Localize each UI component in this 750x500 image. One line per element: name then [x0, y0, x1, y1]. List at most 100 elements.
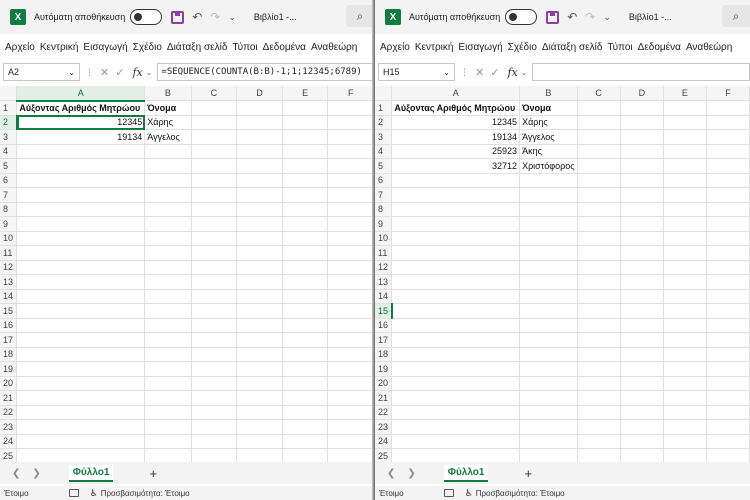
cell[interactable] [144, 434, 192, 449]
row-header[interactable]: 25 [0, 448, 18, 464]
cell[interactable] [663, 274, 707, 290]
cell[interactable] [16, 231, 146, 246]
cell[interactable] [706, 376, 750, 391]
sheet-next-icon[interactable]: ❯ [32, 468, 40, 479]
cell[interactable] [706, 115, 750, 130]
cell[interactable] [327, 231, 374, 246]
cell[interactable] [327, 158, 374, 174]
cell[interactable] [191, 187, 238, 203]
column-header[interactable]: B [519, 86, 578, 101]
cell[interactable] [327, 448, 374, 464]
cell[interactable] [282, 245, 329, 261]
column-header[interactable]: D [236, 86, 283, 101]
cell[interactable] [519, 318, 578, 333]
row-header[interactable]: 10 [0, 231, 18, 246]
cell[interactable] [706, 173, 750, 188]
enter-icon[interactable]: ✓ [490, 66, 505, 79]
accessibility-status[interactable]: Προσβασιμότητα: Έτοιμο [476, 489, 565, 498]
cell[interactable] [144, 202, 192, 217]
cell[interactable] [191, 376, 238, 391]
cell[interactable] [663, 390, 707, 406]
column-header[interactable]: A [391, 86, 521, 101]
cell[interactable] [706, 318, 750, 333]
cell[interactable] [577, 448, 621, 464]
cell[interactable] [327, 260, 374, 275]
cell[interactable] [519, 245, 578, 261]
cell[interactable] [327, 202, 374, 217]
cell[interactable] [191, 173, 238, 188]
cell[interactable] [391, 419, 521, 435]
cell[interactable] [16, 376, 146, 391]
cell[interactable] [16, 361, 146, 377]
cell[interactable] [236, 187, 283, 203]
fx-chevron-icon[interactable]: ⌄ [146, 68, 153, 77]
cell[interactable] [620, 144, 664, 159]
fx-chevron-icon[interactable]: ⌄ [521, 68, 528, 77]
accessibility-icon[interactable]: ♿ [90, 488, 98, 499]
name-box[interactable]: A2 ⌄ [3, 63, 80, 81]
cell[interactable] [282, 448, 329, 464]
row-header[interactable]: 22 [375, 405, 393, 420]
cell[interactable] [282, 376, 329, 391]
ribbon-tab[interactable]: Αναθεώρη [686, 42, 732, 53]
row-header[interactable]: 16 [375, 318, 393, 333]
cell[interactable] [144, 419, 192, 435]
cell[interactable] [620, 115, 664, 130]
cell[interactable] [144, 318, 192, 333]
column-header[interactable]: F [706, 86, 750, 101]
column-header[interactable]: C [577, 86, 621, 101]
cell[interactable] [191, 216, 238, 232]
cell[interactable] [577, 245, 621, 261]
cell[interactable] [577, 405, 621, 420]
cell[interactable] [236, 158, 283, 174]
row-header[interactable]: 8 [375, 202, 393, 217]
cell[interactable] [519, 216, 578, 232]
cell[interactable] [519, 419, 578, 435]
cell[interactable] [663, 202, 707, 217]
row-header[interactable]: 11 [375, 245, 393, 261]
cell[interactable] [663, 187, 707, 203]
cell[interactable] [391, 245, 521, 261]
row-header[interactable]: 9 [375, 216, 393, 232]
cell[interactable] [620, 361, 664, 377]
row-header[interactable]: 24 [375, 434, 393, 449]
row-header[interactable]: 5 [375, 158, 393, 174]
cell[interactable] [519, 332, 578, 348]
cell[interactable] [620, 202, 664, 217]
cell[interactable] [620, 448, 664, 464]
cell[interactable] [519, 231, 578, 246]
row-header[interactable]: 7 [0, 187, 18, 203]
cell[interactable] [236, 318, 283, 333]
cell[interactable] [327, 100, 374, 116]
cell[interactable] [620, 390, 664, 406]
cell[interactable] [663, 144, 707, 159]
cell[interactable] [577, 434, 621, 449]
cell[interactable] [391, 448, 521, 464]
cell[interactable] [706, 274, 750, 290]
cell[interactable] [577, 187, 621, 203]
cell[interactable] [191, 347, 238, 362]
cell[interactable] [663, 129, 707, 145]
cell[interactable] [519, 289, 578, 304]
row-header[interactable]: 23 [375, 419, 393, 435]
cell[interactable] [144, 347, 192, 362]
cell[interactable] [191, 274, 238, 290]
formula-input[interactable]: =SEQUENCE(COUNTA(B:B)-1;1;12345;6789) [157, 63, 374, 81]
cell[interactable] [577, 332, 621, 348]
spreadsheet-grid[interactable]: A B C D E F 1 Αύξοντας Αριθμός Μητρώου Όνομα 2 123… [0, 86, 374, 464]
cell[interactable] [236, 100, 283, 116]
cell[interactable] [577, 129, 621, 145]
cell[interactable] [144, 448, 192, 464]
cell[interactable] [706, 332, 750, 348]
cell[interactable] [236, 289, 283, 304]
column-header[interactable]: E [663, 86, 707, 101]
cell[interactable] [144, 390, 192, 406]
cell[interactable] [577, 289, 621, 304]
ribbon-tab[interactable]: Αναθεώρη [311, 42, 357, 53]
cell[interactable] [327, 289, 374, 304]
chevron-down-icon[interactable]: ⌄ [443, 68, 450, 77]
row-header[interactable]: 1 [0, 100, 18, 116]
cell[interactable] [16, 390, 146, 406]
cell[interactable] [620, 260, 664, 275]
column-header[interactable]: E [282, 86, 329, 101]
